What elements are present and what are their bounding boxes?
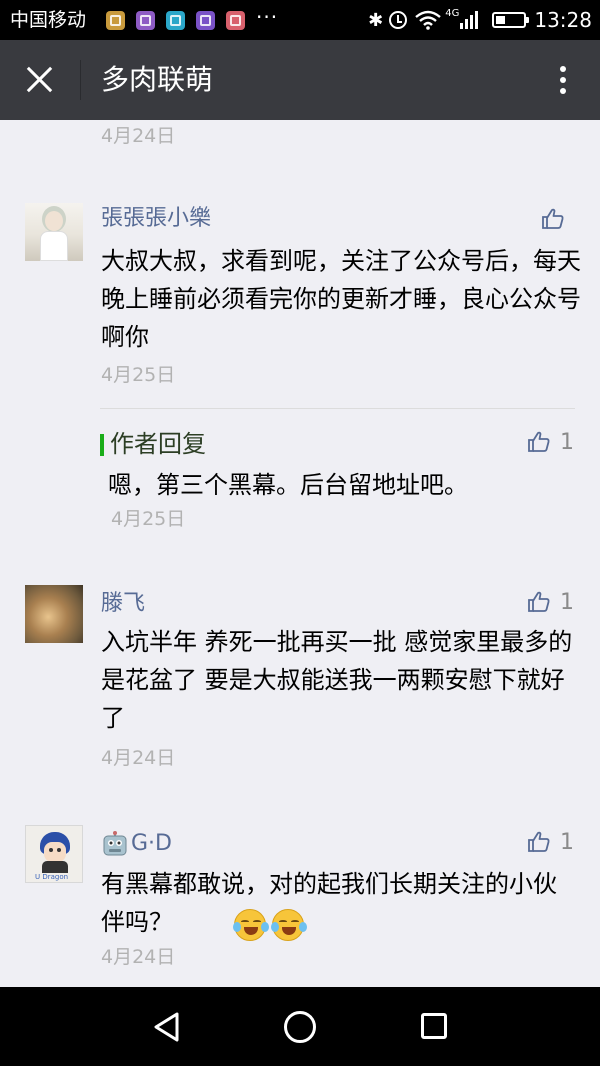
reply-indicator-bar (100, 434, 104, 456)
status-icons: ✱ 4G 13:28 (368, 6, 592, 34)
comment-date: 4月24日 (101, 946, 176, 968)
more-notifications-indicator: ··· (256, 5, 279, 29)
author-reply-label: 作者回复 (110, 430, 206, 458)
commenter-name[interactable]: 張張張小樂 (101, 204, 211, 234)
page-title: 多肉联萌 (101, 63, 214, 96)
crying-laughing-emoji-icon (233, 909, 269, 941)
like-count: 1 (560, 430, 574, 455)
comment-date: 4月24日 (101, 125, 176, 147)
clock-label: 13:28 (534, 8, 592, 32)
status-bar: 中国移动 ··· ✱ 4G 13:28 (0, 0, 600, 40)
bluetooth-icon: ✱ (368, 9, 384, 31)
notification-gallery-icon (136, 11, 155, 30)
reply-text: 嗯，第三个黑幕。后台留地址吧。 (108, 471, 468, 499)
comment-text: 有黑幕都敢说，对的起我们长期关注的小伙伴吗？ (101, 870, 557, 936)
thumbs-up-icon[interactable] (527, 831, 551, 853)
notification-tools-icon (166, 11, 185, 30)
like-count: 1 (560, 830, 574, 855)
comment-text: 大叔大叔，求看到呢，关注了公众号后，每天晚上睡前必须看完你的更新才睡，良心公众号… (101, 247, 581, 351)
reply-divider (100, 408, 575, 409)
thumbs-up-icon[interactable] (541, 208, 565, 230)
thumbs-up-icon[interactable] (527, 591, 551, 613)
notification-settings-icon (226, 11, 245, 30)
wifi-icon (415, 10, 442, 30)
alarm-icon (389, 11, 408, 29)
nav-divider (80, 60, 81, 100)
back-triangle-icon[interactable] (152, 1011, 182, 1043)
like-count: 1 (560, 590, 574, 615)
signal-icon (460, 11, 480, 29)
avatar-tag-label: U Dragon (35, 873, 69, 881)
carrier-label: 中国移动 (10, 9, 87, 31)
battery-icon (492, 12, 530, 28)
thumbs-up-icon[interactable] (527, 431, 551, 453)
robot-emoji-icon (103, 831, 127, 856)
top-navigation-bar: 多肉联萌 (0, 40, 600, 120)
network-type-label: 4G (445, 7, 460, 19)
comment-date: 4月25日 (101, 364, 176, 386)
notification-shield-icon (196, 11, 215, 30)
notification-app-icon (106, 11, 125, 30)
avatar[interactable] (25, 203, 83, 261)
close-button[interactable] (18, 58, 62, 102)
comment-text: 入坑半年 养死一批再买一批 感觉家里最多的是花盆了 要是大叔能送我一两颗安慰下就… (101, 628, 573, 732)
avatar[interactable]: U Dragon (25, 825, 83, 883)
commenter-name[interactable]: 滕飞 (101, 589, 145, 619)
avatar[interactable] (25, 585, 83, 643)
recent-apps-square-icon[interactable] (421, 1013, 447, 1039)
comments-list[interactable]: 4月24日 張張張小樂 大叔大叔，求看到呢，关注了公众号后，每天晚上睡前必须看完… (0, 120, 600, 987)
comment-date: 4月24日 (101, 747, 176, 769)
more-options-button[interactable] (548, 60, 578, 100)
reply-date: 4月25日 (111, 508, 186, 530)
system-navigation-bar (0, 987, 600, 1066)
crying-laughing-emoji-icon (271, 909, 307, 941)
home-circle-icon[interactable] (284, 1011, 316, 1043)
commenter-name[interactable]: G·D (131, 829, 172, 859)
